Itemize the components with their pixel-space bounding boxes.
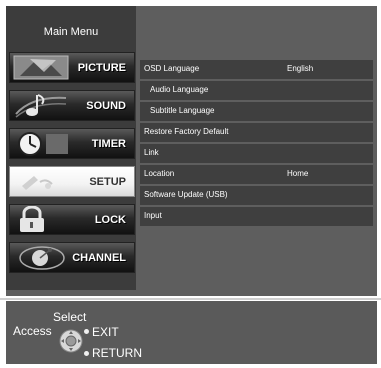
return-button-icon — [84, 351, 89, 356]
clock-icon — [18, 132, 68, 156]
return-label: RETURN — [92, 346, 142, 360]
menu-item-channel[interactable]: CHANNEL — [9, 242, 135, 273]
exit-button-icon — [84, 329, 89, 334]
setting-row-subtitle-language[interactable]: Subtitle Language — [140, 102, 373, 122]
setting-label: Link — [144, 148, 159, 157]
menu-item-sound[interactable]: SOUND — [9, 90, 135, 121]
setting-row-audio-language[interactable]: Audio Language — [140, 81, 373, 101]
menu-item-label: CHANNEL — [72, 252, 126, 264]
setting-label: Input — [144, 211, 162, 220]
setting-row-link[interactable]: Link — [140, 144, 373, 164]
menu-item-picture[interactable]: PICTURE — [9, 52, 135, 83]
setting-label: Location — [144, 169, 175, 178]
menu-item-setup[interactable]: SETUP — [9, 166, 135, 197]
remote-guide-footer: Select Access EXIT RETURN — [6, 301, 377, 364]
menu-title: Main Menu — [43, 26, 99, 38]
setting-label: Software Update (USB) — [144, 190, 228, 199]
select-label: Select — [53, 310, 87, 324]
setting-label: Restore Factory Default — [144, 127, 229, 136]
access-label: Access — [13, 324, 52, 338]
setting-row-input[interactable]: Input — [140, 207, 373, 227]
menu-item-label: PICTURE — [77, 62, 126, 74]
menu-item-timer[interactable]: TIMER — [9, 128, 135, 159]
setting-row-location[interactable]: Location Home — [140, 165, 373, 185]
satellite-dish-icon — [19, 246, 65, 270]
divider — [0, 298, 381, 300]
navigation-pad-icon — [59, 329, 83, 353]
picture-icon — [13, 55, 69, 80]
setting-value: Home — [287, 169, 309, 178]
menu-item-lock[interactable]: LOCK — [9, 204, 135, 235]
padlock-icon — [20, 206, 44, 232]
setting-row-restore-factory-default[interactable]: Restore Factory Default — [140, 123, 373, 143]
music-note-icon — [15, 94, 67, 118]
setting-value: English — [287, 64, 314, 73]
menu-item-label: SETUP — [89, 176, 126, 188]
setting-row-software-update[interactable]: Software Update (USB) — [140, 186, 373, 206]
menu-item-label: SOUND — [86, 100, 126, 112]
setting-label: Audio Language — [150, 85, 209, 94]
menu-item-label: LOCK — [94, 214, 126, 226]
setup-icon — [22, 176, 53, 190]
exit-label: EXIT — [92, 325, 119, 339]
setting-label: OSD Language — [144, 64, 200, 73]
menu-item-label: TIMER — [91, 138, 126, 150]
main-menu-sidebar: Main Menu PICTURE SOUND TIMER SETUP LOCK… — [6, 6, 136, 290]
setting-label: Subtitle Language — [150, 106, 215, 115]
setting-row-osd-language[interactable]: OSD Language English — [140, 60, 373, 80]
